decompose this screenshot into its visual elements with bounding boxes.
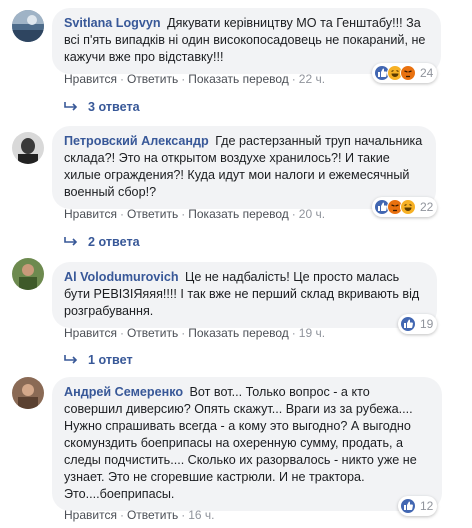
- comment-actions: Нравится · Ответить · Показать перевод · 19 ч.: [64, 326, 326, 340]
- reply-arrow-icon: [64, 237, 78, 246]
- view-replies-link[interactable]: 2 ответа: [64, 235, 140, 249]
- view-replies-link[interactable]: 1 ответ: [64, 353, 133, 367]
- reaction-count: 24: [420, 66, 434, 80]
- translate-link[interactable]: Показать перевод: [188, 326, 289, 340]
- view-replies-link[interactable]: 3 ответа: [64, 100, 140, 114]
- comment-time[interactable]: 16 ч.: [188, 508, 214, 522]
- reaction-count: 12: [420, 499, 434, 513]
- comment-bubble: Андрей Семеренко Вот вот... Только вопро…: [52, 377, 442, 511]
- reaction-summary[interactable]: 22: [372, 197, 438, 217]
- like-icon: [400, 498, 416, 514]
- avatar-photo-icon: [12, 377, 44, 409]
- translate-link[interactable]: Показать перевод: [188, 72, 289, 86]
- avatar[interactable]: [12, 258, 44, 290]
- reaction-summary[interactable]: 12: [398, 496, 438, 516]
- reply-link[interactable]: Ответить: [127, 508, 178, 522]
- angry-icon: [400, 65, 416, 81]
- reply-link[interactable]: Ответить: [127, 207, 178, 221]
- comment-actions: Нравится · Ответить · Показать перевод · 22 ч.: [64, 72, 326, 86]
- comment-bubble: Al Volodumurovich Це не надбалість! Це п…: [52, 262, 437, 328]
- comment-actions: Нравится · Ответить · 16 ч.: [64, 508, 215, 522]
- comment-author[interactable]: Андрей Семеренко: [64, 385, 183, 399]
- reaction-count: 19: [420, 317, 434, 331]
- reaction-summary[interactable]: 19: [398, 314, 438, 334]
- comment-time[interactable]: 20 ч.: [299, 207, 325, 221]
- comment-author[interactable]: Svitlana Logvyn: [64, 16, 161, 30]
- translate-link[interactable]: Показать перевод: [188, 207, 289, 221]
- like-link[interactable]: Нравится: [64, 72, 117, 86]
- reply-arrow-icon: [64, 355, 78, 364]
- avatar-photo-icon: [12, 132, 44, 164]
- replies-count: 1 ответ: [88, 353, 133, 367]
- comment-time[interactable]: 22 ч.: [299, 72, 325, 86]
- avatar[interactable]: [12, 377, 44, 409]
- comment-author[interactable]: Петровский Александр: [64, 134, 209, 148]
- comment-author[interactable]: Al Volodumurovich: [64, 270, 179, 284]
- comment-time[interactable]: 19 ч.: [299, 326, 325, 340]
- like-link[interactable]: Нравится: [64, 508, 117, 522]
- comment-actions: Нравится · Ответить · Показать перевод · 20 ч.: [64, 207, 326, 221]
- like-link[interactable]: Нравится: [64, 326, 117, 340]
- like-link[interactable]: Нравится: [64, 207, 117, 221]
- replies-count: 2 ответа: [88, 235, 140, 249]
- avatar[interactable]: [12, 10, 44, 42]
- comment-text: Вот вот... Только вопрос - а кто соверши…: [64, 385, 417, 501]
- reaction-summary[interactable]: 24: [372, 63, 438, 83]
- replies-count: 3 ответа: [88, 100, 140, 114]
- avatar[interactable]: [12, 132, 44, 164]
- reply-arrow-icon: [64, 102, 78, 111]
- reply-link[interactable]: Ответить: [127, 72, 178, 86]
- haha-icon: [400, 199, 416, 215]
- reply-link[interactable]: Ответить: [127, 326, 178, 340]
- avatar-photo-icon: [12, 258, 44, 290]
- like-icon: [400, 316, 416, 332]
- avatar-photo-icon: [12, 10, 44, 42]
- reaction-count: 22: [420, 200, 434, 214]
